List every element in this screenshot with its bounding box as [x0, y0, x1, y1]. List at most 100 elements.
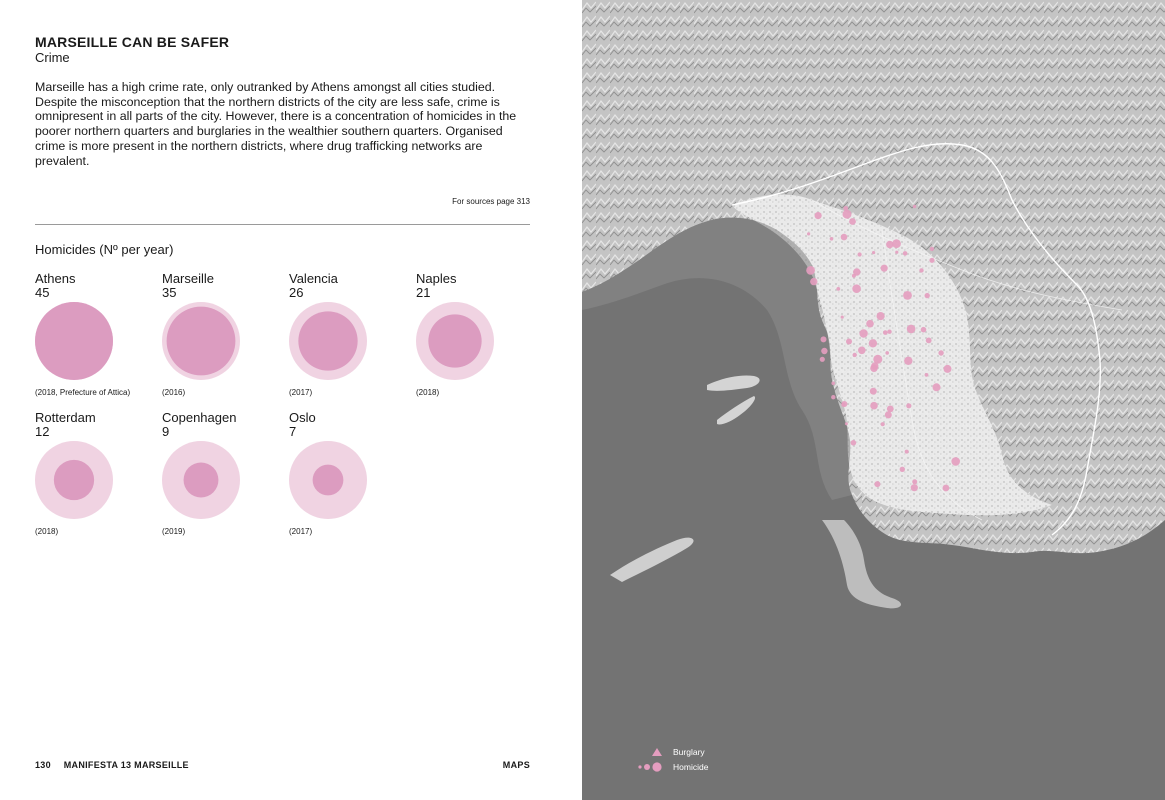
- legend-label-homicide: Homicide: [673, 761, 709, 772]
- homicide-point: [884, 411, 892, 419]
- homicide-point: [932, 383, 941, 392]
- homicide-point: [892, 239, 901, 249]
- page-title: MARSEILLE CAN BE SAFER: [35, 34, 230, 50]
- homicide-point: [906, 324, 916, 334]
- homicide-point: [869, 387, 877, 395]
- homicide-point: [924, 292, 930, 299]
- publication-name: MANIFESTA 13 MARSEILLE: [63, 760, 189, 770]
- map-legend: Burglary Homicide: [628, 744, 708, 774]
- homicide-point: [829, 237, 834, 241]
- homicide-point: [814, 212, 822, 220]
- homicide-point: [857, 252, 862, 257]
- bubble: [162, 441, 240, 519]
- city-note: (2016): [162, 388, 186, 397]
- city-name: Athens: [35, 271, 76, 286]
- homicide-point: [938, 350, 944, 356]
- city-value: 26: [289, 285, 304, 300]
- legend-burglary: Burglary: [628, 744, 708, 759]
- homicide-point: [951, 457, 960, 466]
- circles-icon: [638, 761, 662, 772]
- homicide-point: [929, 257, 935, 263]
- bubble-value-copenhagen: [183, 462, 219, 498]
- homicide-point: [924, 373, 929, 377]
- homicide-point: [831, 381, 835, 386]
- footer-left: 130 MANIFESTA 13 MARSEILLE: [35, 760, 189, 770]
- homicide-point: [887, 329, 892, 334]
- homicide-point: [880, 264, 888, 272]
- homicide-point: [831, 395, 836, 400]
- bubble: [35, 302, 113, 380]
- city-note: (2018): [35, 527, 59, 536]
- homicide-point: [912, 204, 917, 209]
- bubble: [35, 441, 113, 519]
- homicide-point: [883, 330, 888, 335]
- bubble: [289, 302, 367, 380]
- homicide-point: [810, 277, 818, 286]
- homicide-point: [899, 466, 905, 472]
- city-note: (2017): [289, 388, 313, 397]
- bubble-value-athens: [35, 302, 113, 380]
- homicide-point: [852, 352, 857, 358]
- homicide-point: [942, 484, 950, 492]
- homicide-point: [876, 312, 885, 321]
- homicide-point: [895, 250, 899, 254]
- homicide-point: [904, 356, 913, 365]
- homicide-point: [920, 326, 927, 333]
- homicide-point: [820, 336, 827, 343]
- city-note: (2017): [289, 527, 313, 536]
- homicide-point: [842, 209, 852, 219]
- homicide-point: [872, 251, 876, 255]
- homicide-point: [852, 284, 861, 294]
- text-page: MARSEILLE CAN BE SAFER Crime Marseille h…: [0, 0, 582, 800]
- city-value: 9: [162, 424, 170, 439]
- homicide-point: [906, 403, 912, 409]
- city-value: 35: [162, 285, 177, 300]
- intro-paragraph: Marseille has a high crime rate, only ou…: [35, 80, 517, 168]
- homicide-point: [849, 218, 856, 225]
- homicide-point: [819, 356, 825, 362]
- legend-homicide: Homicide: [628, 759, 708, 774]
- homicide-point: [912, 479, 918, 485]
- city-name: Valencia: [289, 271, 338, 286]
- homicide-point: [807, 232, 811, 236]
- triangle-icon: [652, 747, 662, 756]
- homicide-point: [858, 346, 866, 355]
- homicide-point: [851, 273, 856, 278]
- bubble-value-marseille: [166, 306, 236, 376]
- homicide-point: [840, 233, 848, 241]
- city-naples: Naples 21 (2018): [416, 272, 536, 397]
- homicide-point: [859, 329, 868, 338]
- city-rotterdam: Rotterdam 12 (2018): [35, 411, 155, 536]
- homicide-point: [874, 481, 881, 488]
- bubble: [416, 302, 494, 380]
- crime-map: [582, 0, 1165, 800]
- sources-note: For sources page 313: [452, 197, 530, 206]
- homicide-point: [844, 422, 848, 426]
- city-valencia: Valencia 26 (2017): [289, 272, 409, 397]
- city-name: Rotterdam: [35, 410, 96, 425]
- homicide-point: [919, 268, 924, 273]
- bubble: [162, 302, 240, 380]
- homicide-point: [866, 319, 874, 328]
- city-athens: Athens 45 (2018, Prefecture of Attica): [35, 272, 155, 397]
- section-name: MAPS: [502, 760, 530, 770]
- city-name: Marseille: [162, 271, 215, 286]
- homicide-point: [840, 315, 844, 319]
- homicide-point: [885, 351, 889, 355]
- city-note: (2018, Prefecture of Attica): [35, 388, 131, 397]
- bubble-value-valencia: [298, 311, 358, 371]
- divider: [35, 224, 530, 225]
- homicide-point: [841, 402, 846, 407]
- page-subtitle: Crime: [35, 50, 70, 65]
- city-oslo: Oslo 7 (2017): [289, 411, 409, 536]
- bubble: [289, 441, 367, 519]
- city-name: Naples: [416, 271, 457, 286]
- homicide-point: [850, 440, 857, 446]
- homicide-point: [836, 287, 841, 291]
- homicide-point: [925, 337, 932, 344]
- city-name: Oslo: [289, 410, 316, 425]
- homicide-point: [806, 266, 815, 275]
- homicide-point: [943, 364, 952, 373]
- city-value: 45: [35, 285, 50, 300]
- city-copenhagen: Copenhagen 9 (2019): [162, 411, 282, 536]
